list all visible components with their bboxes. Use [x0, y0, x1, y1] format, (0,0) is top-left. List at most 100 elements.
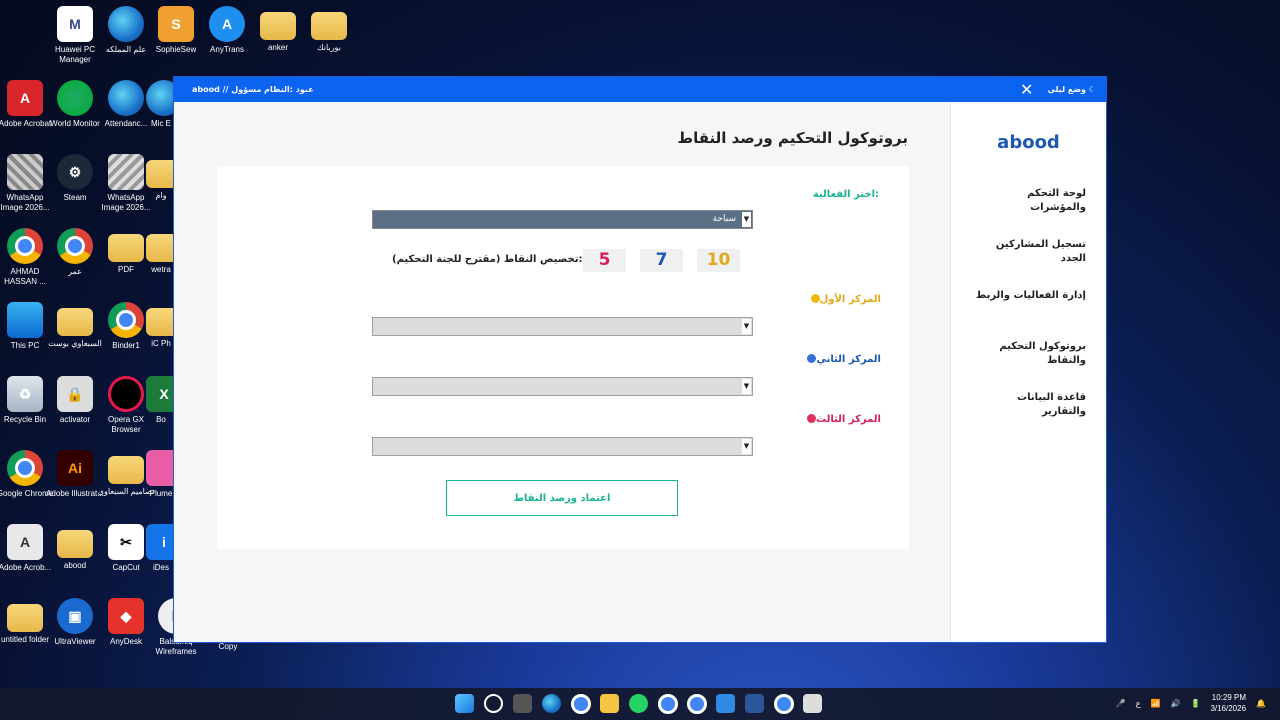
recycle-bin-icon: ♻: [7, 376, 43, 412]
desktop-icon-partial[interactable]: وام: [146, 154, 176, 201]
desktop-icon-label: Copy: [218, 642, 238, 651]
plume-icon: [146, 450, 176, 486]
chrome-icon[interactable]: [571, 694, 591, 714]
word-icon[interactable]: [745, 694, 764, 713]
dark-mode-toggle[interactable]: وضع ليلي ☾: [1047, 85, 1096, 94]
page-title: بروتوكول التحكيم ورصد النقاط: [677, 129, 908, 147]
sidebar-item-dashboard[interactable]: لوحة التحكم والمؤشرات: [951, 187, 1106, 238]
huawei-icon: M: [57, 6, 93, 42]
chrome-icon: [57, 228, 93, 264]
chevron-down-icon: ▼: [742, 319, 751, 334]
wifi-icon[interactable]: 📶: [1151, 699, 1161, 708]
desktop-icon-wetra[interactable]: wetra: [146, 228, 176, 275]
desktop-icon-label: AnyTrans: [210, 45, 244, 54]
desktop-icon-label: PDF: [118, 265, 134, 274]
second-place-select[interactable]: ▼: [372, 377, 753, 396]
judging-card: :اختر الفعالية سباحة ▼ :تخصيص النقاط (مق…: [217, 166, 909, 549]
desktop-icon-label: activator: [59, 415, 91, 424]
main-content: بروتوكول التحكيم ورصد النقاط :اختر الفعا…: [174, 102, 950, 642]
opera-icon: [108, 376, 144, 412]
desktop-icon-plume[interactable]: Plume: [146, 450, 176, 499]
desktop-icon-copy[interactable]: Copy: [198, 642, 258, 652]
folder-icon: [146, 234, 176, 262]
sophiesew-icon: S: [158, 6, 194, 42]
desktop-icon-iph[interactable]: iC Ph: [146, 302, 176, 349]
desktop-icon-label: Binder1: [112, 341, 140, 350]
desktop-icon-label: This PC: [10, 341, 40, 350]
desktop-icon-label: وام: [155, 191, 167, 200]
sidebar-item-registration[interactable]: تسجيل المشاركين الجدد: [951, 238, 1106, 289]
chevron-down-icon: ▼: [742, 379, 751, 394]
first-place-text: المركز الأول: [819, 294, 881, 305]
desktop-icon-label: عمر: [68, 267, 82, 276]
file-explorer-icon[interactable]: [600, 694, 619, 713]
third-place-select[interactable]: ▼: [372, 437, 753, 456]
desktop-icon-label: wetra: [151, 265, 171, 274]
desktop-icon-label: Recycle Bin: [3, 415, 47, 424]
taskbar-apps: [455, 694, 822, 714]
chrome-icon[interactable]: [774, 694, 794, 714]
desktop-icon-label: CapCut: [112, 563, 140, 572]
vscode-icon[interactable]: [716, 694, 735, 713]
acrobat-icon: A: [7, 80, 43, 116]
desktop-icon-ides[interactable]: i iDes: [146, 524, 176, 573]
edge-icon: [108, 80, 144, 116]
chrome-icon[interactable]: [658, 694, 678, 714]
clock[interactable]: 10:29 PM 3/16/2026: [1210, 692, 1246, 714]
folder-icon: [311, 12, 347, 40]
desktop-icon-mic[interactable]: Mic E: [146, 80, 176, 129]
submit-points-button[interactable]: اعتماد ورصد النقاط: [446, 480, 678, 516]
microphone-icon[interactable]: 🎤: [1116, 699, 1126, 708]
capcut-icon: ✂: [108, 524, 144, 560]
medal-icon: [810, 294, 820, 303]
first-place-select[interactable]: ▼: [372, 317, 753, 336]
desktop-icon-label: AHMAD HASSAN ...: [4, 267, 46, 286]
third-place-text: المركز الثالث: [816, 414, 881, 425]
desktop-icon-burbank[interactable]: بوربانك: [299, 6, 359, 53]
close-icon[interactable]: ✕: [1020, 80, 1033, 99]
activity-label: :اختر الفعالية: [812, 189, 879, 200]
points-second: 7: [640, 249, 683, 272]
notifications-icon[interactable]: 🔔: [1256, 699, 1266, 708]
lock-icon: 🔒: [57, 376, 93, 412]
desktop-icon-label: Bo: [156, 415, 166, 424]
chrome-icon[interactable]: [687, 694, 707, 714]
activity-select[interactable]: سباحة ▼: [372, 210, 753, 229]
whatsapp-icon[interactable]: [629, 694, 648, 713]
desktop-icon-label: WhatsApp Image 2026...: [0, 193, 50, 212]
image-thumbnail-icon: [7, 154, 43, 190]
language-indicator[interactable]: ع: [1136, 699, 1141, 708]
sidebar-brand: abood: [997, 132, 1060, 153]
chrome-icon: [7, 450, 43, 486]
folder-icon: [146, 160, 176, 188]
desktop-icon-label: AnyDesk: [109, 637, 142, 646]
desktop-icon-label: Adobe Acrob...: [0, 563, 52, 572]
sidebar-item-events[interactable]: إدارة الفعاليات والربط: [951, 289, 1106, 340]
chrome-icon: [108, 302, 144, 338]
acrobat-icon: A: [7, 524, 43, 560]
medal-icon: [807, 414, 816, 423]
globe-icon: [57, 80, 93, 116]
image-thumbnail-icon: [108, 154, 144, 190]
search-icon[interactable]: [484, 694, 503, 713]
desktop-icon-label: Steam: [63, 193, 87, 202]
desktop-icon-label: SophieSew: [155, 45, 197, 54]
app-icon[interactable]: [803, 694, 822, 713]
desktop-icon-label: iDes: [152, 563, 169, 572]
volume-icon[interactable]: 🔊: [1171, 699, 1181, 708]
sidebar-item-judging[interactable]: بروتوكول التحكيم والنقاط: [951, 340, 1106, 391]
desktop-icon-label: untitled folder: [0, 635, 50, 644]
points-label: :تخصيص النقاط (مقترح للجنة التحكيم): [392, 254, 583, 265]
windows-start-icon[interactable]: [455, 694, 474, 713]
anytrans-icon: A: [209, 6, 245, 42]
sidebar-item-reports[interactable]: قاعدة البيانات والتقارير: [951, 391, 1106, 442]
chrome-icon: [7, 228, 43, 264]
task-view-icon[interactable]: [513, 694, 532, 713]
taskbar: 🎤 ع 📶 🔊 🔋 10:29 PM 3/16/2026 🔔: [0, 688, 1280, 720]
edge-icon[interactable]: [542, 694, 561, 713]
chevron-down-icon: ▼: [742, 439, 751, 454]
desktop-icon-bo[interactable]: X Bo: [146, 376, 176, 425]
desktop-icon-label: علم المملكه: [105, 45, 147, 54]
battery-icon[interactable]: 🔋: [1190, 699, 1200, 708]
points-third: 5: [583, 249, 626, 272]
